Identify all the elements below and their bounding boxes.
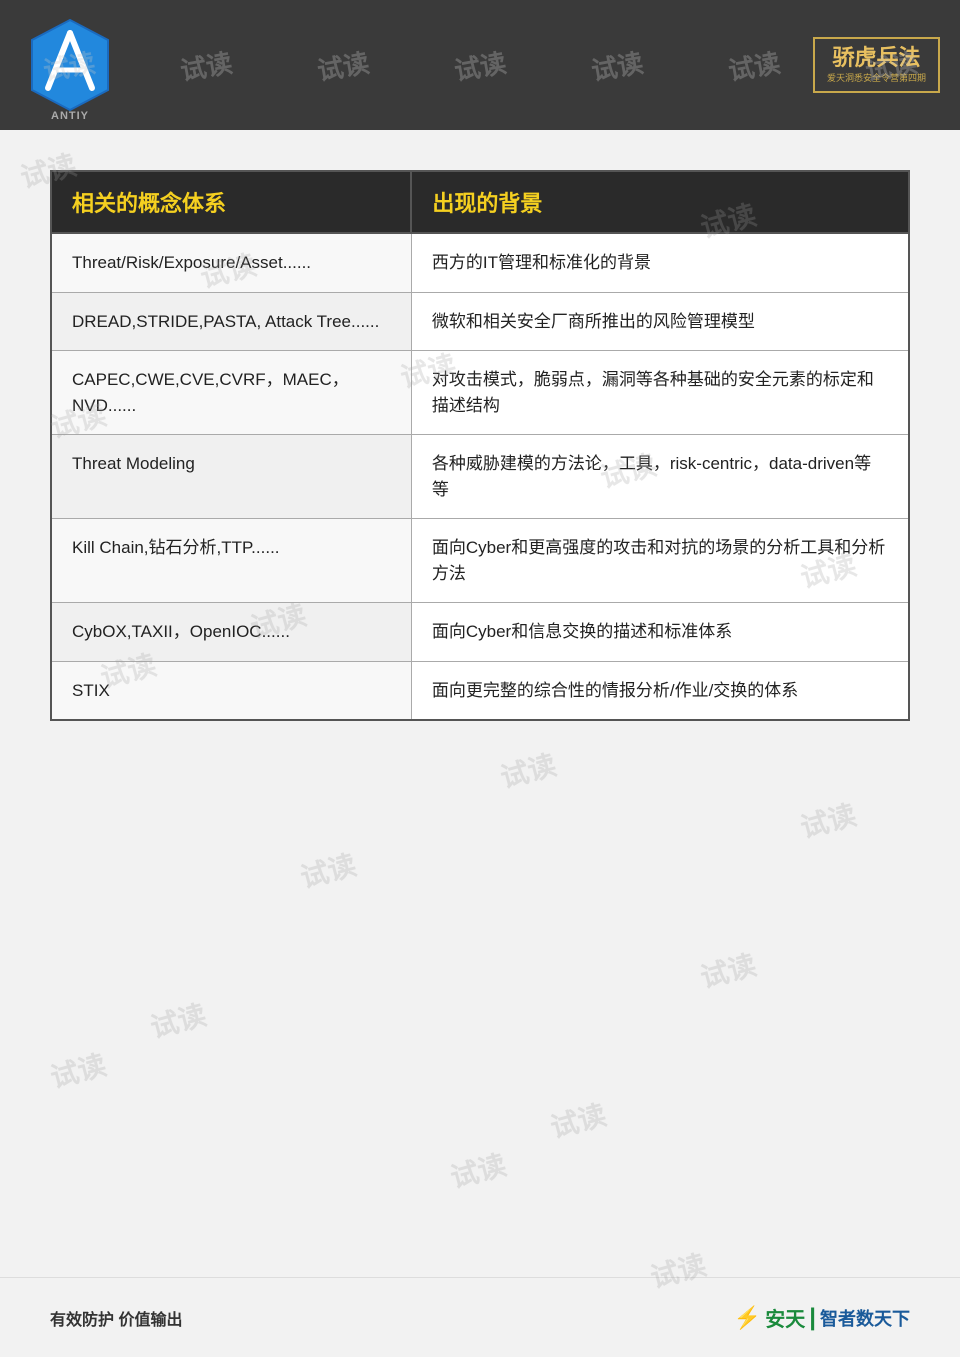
table-row: Threat Modeling各种威胁建模的方法论，工具，risk-centri… — [51, 435, 909, 519]
concept-table: 相关的概念体系 出现的背景 Threat/Risk/Exposure/Asset… — [50, 170, 910, 721]
antiy-logo: ANTIY — [20, 15, 120, 115]
table-cell-concept: Kill Chain,钻石分析,TTP...... — [51, 519, 411, 603]
right-logo-box: 骄虎兵法 爱天洞悉安全令营第四期 — [813, 37, 940, 94]
table-row: STIX面向更完整的综合性的情报分析/作业/交换的体系 — [51, 661, 909, 720]
footer: 有效防护 价值输出 ⚡ 安天 | 智者数天下 — [0, 1277, 960, 1357]
header-wm-3: 试读 — [314, 42, 372, 87]
footer-logo-part2: 智者数天下 — [820, 1305, 910, 1331]
footer-logo: ⚡ 安天 | 智者数天下 — [734, 1303, 910, 1332]
table-cell-context: 面向Cyber和更高强度的攻击和对抗的场景的分析工具和分析方法 — [411, 519, 909, 603]
right-logo-title: 骄虎兵法 — [832, 47, 920, 69]
table-cell-context: 面向更完整的综合性的情报分析/作业/交换的体系 — [411, 661, 909, 720]
header-wm-4: 试读 — [451, 42, 509, 87]
table-cell-concept: CybOX,TAXII，OpenIOC...... — [51, 603, 411, 662]
footer-lightning-icon: ⚡ — [734, 1305, 761, 1331]
right-logo-subtitle: 爱天洞悉安全令营第四期 — [827, 73, 926, 84]
table-row: DREAD,STRIDE,PASTA, Attack Tree......微软和… — [51, 292, 909, 351]
table-row: Threat/Risk/Exposure/Asset......西方的IT管理和… — [51, 233, 909, 292]
footer-logo-part1: 安天 — [765, 1303, 805, 1332]
table-cell-concept: CAPEC,CWE,CVE,CVRF，MAEC，NVD...... — [51, 351, 411, 435]
main-content: 相关的概念体系 出现的背景 Threat/Risk/Exposure/Asset… — [0, 130, 960, 1280]
footer-logo-sep: | — [809, 1304, 816, 1332]
header: ANTIY 试读 试读 试读 试读 试读 试读 试读 骄虎兵法 爱天洞悉安全令营… — [0, 0, 960, 130]
table-cell-context: 面向Cyber和信息交换的描述和标准体系 — [411, 603, 909, 662]
table-row: Kill Chain,钻石分析,TTP......面向Cyber和更高强度的攻击… — [51, 519, 909, 603]
table-cell-context: 西方的IT管理和标准化的背景 — [411, 233, 909, 292]
table-row: CAPEC,CWE,CVE,CVRF，MAEC，NVD......对攻击模式，脆… — [51, 351, 909, 435]
table-header-row: 相关的概念体系 出现的背景 — [51, 171, 909, 233]
col2-header: 出现的背景 — [411, 171, 909, 233]
table-cell-context: 微软和相关安全厂商所推出的风险管理模型 — [411, 292, 909, 351]
table-cell-context: 对攻击模式，脆弱点，漏洞等各种基础的安全元素的标定和描述结构 — [411, 351, 909, 435]
table-cell-context: 各种威胁建模的方法论，工具，risk-centric，data-driven等等 — [411, 435, 909, 519]
header-wm-6: 试读 — [725, 42, 783, 87]
table-cell-concept: DREAD,STRIDE,PASTA, Attack Tree...... — [51, 292, 411, 351]
table-cell-concept: Threat/Risk/Exposure/Asset...... — [51, 233, 411, 292]
table-row: CybOX,TAXII，OpenIOC......面向Cyber和信息交换的描述… — [51, 603, 909, 662]
header-wm-2: 试读 — [177, 42, 235, 87]
table-cell-concept: STIX — [51, 661, 411, 720]
col1-header: 相关的概念体系 — [51, 171, 411, 233]
antiy-label: ANTIY — [51, 110, 89, 122]
header-wm-5: 试读 — [588, 42, 646, 87]
footer-tagline: 有效防护 价值输出 — [50, 1306, 182, 1330]
table-cell-concept: Threat Modeling — [51, 435, 411, 519]
